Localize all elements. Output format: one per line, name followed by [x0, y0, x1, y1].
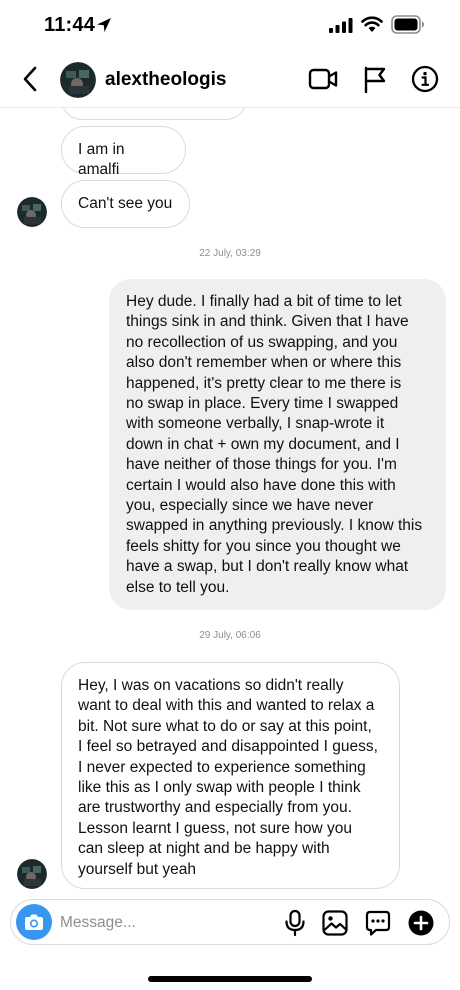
- message-bubble-incoming[interactable]: Hey, I was on vacations so didn't really…: [61, 662, 400, 889]
- sender-avatar[interactable]: [17, 859, 47, 889]
- date-separator: 29 July, 06:06: [199, 630, 261, 641]
- message-bubble-incoming[interactable]: I am in amalfi: [61, 126, 186, 178]
- home-indicator[interactable]: [148, 976, 312, 982]
- status-time: 11:44: [44, 14, 96, 36]
- cellular-signal-icon: [329, 18, 353, 33]
- message-bubble-outgoing[interactable]: Hey dude. I finally had a bit of time to…: [109, 279, 446, 610]
- contact-name[interactable]: alextheologis: [105, 69, 226, 91]
- date-separator: 22 July, 03:29: [199, 248, 261, 259]
- sender-avatar[interactable]: [17, 197, 47, 227]
- info-icon[interactable]: [411, 65, 439, 93]
- message-text: Can't see you: [78, 195, 173, 212]
- message-thread[interactable]: I am in amalfi Can't see you 22 July, 03…: [0, 108, 460, 893]
- contact-avatar[interactable]: [60, 62, 96, 98]
- sticker-icon[interactable]: [365, 910, 391, 936]
- chat-header: alextheologis: [0, 52, 460, 108]
- wifi-icon: [361, 16, 383, 32]
- battery-icon: [391, 15, 424, 34]
- plus-icon[interactable]: [408, 910, 434, 936]
- status-bar: 11:44: [0, 0, 460, 52]
- message-text: Hey, I was on vacations so didn't really…: [78, 677, 378, 878]
- message-bubble-clipped: [61, 108, 247, 120]
- report-flag-icon[interactable]: [362, 65, 388, 93]
- video-call-icon[interactable]: [308, 66, 338, 92]
- message-bubble-incoming[interactable]: Can't see you: [61, 180, 190, 228]
- message-text: I am in amalfi: [78, 141, 125, 179]
- message-composer: [10, 899, 450, 945]
- microphone-icon[interactable]: [283, 909, 307, 937]
- back-chevron-icon[interactable]: [16, 64, 46, 94]
- camera-icon: [25, 914, 43, 930]
- location-arrow-icon: [97, 18, 111, 32]
- camera-button[interactable]: [16, 904, 52, 940]
- message-input[interactable]: [60, 911, 260, 935]
- gallery-icon[interactable]: [322, 910, 348, 936]
- message-text: Hey dude. I finally had a bit of time to…: [126, 293, 423, 596]
